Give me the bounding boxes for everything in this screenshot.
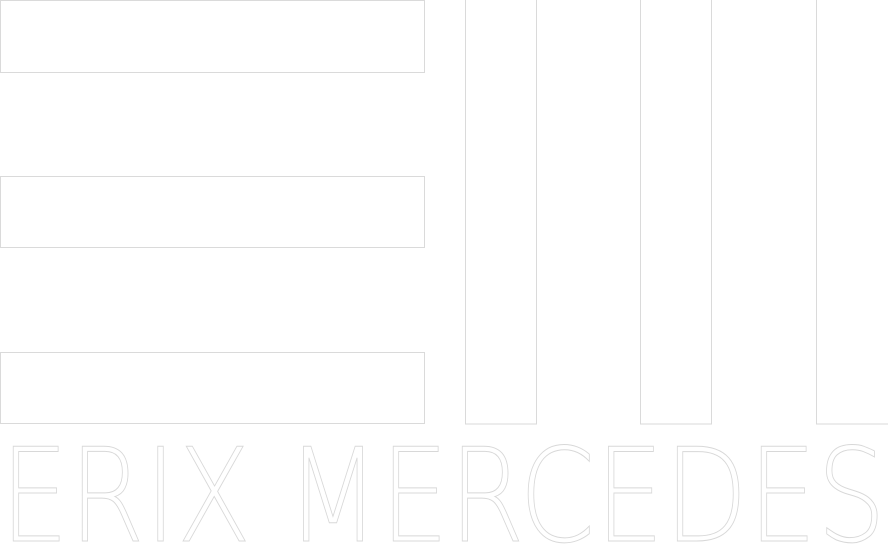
logo-column-2 <box>640 0 712 425</box>
logo-bar-top <box>0 0 425 73</box>
logo-bar-bottom <box>0 352 425 424</box>
logo-column-1 <box>465 0 537 425</box>
erix-mercedes-logo: ERIX MERCEDES <box>0 0 888 547</box>
logo-wordmark: ERIX MERCEDES <box>0 420 886 547</box>
logo-bar-middle <box>0 176 425 248</box>
logo-column-3 <box>816 0 888 425</box>
logo-mark <box>0 0 888 425</box>
